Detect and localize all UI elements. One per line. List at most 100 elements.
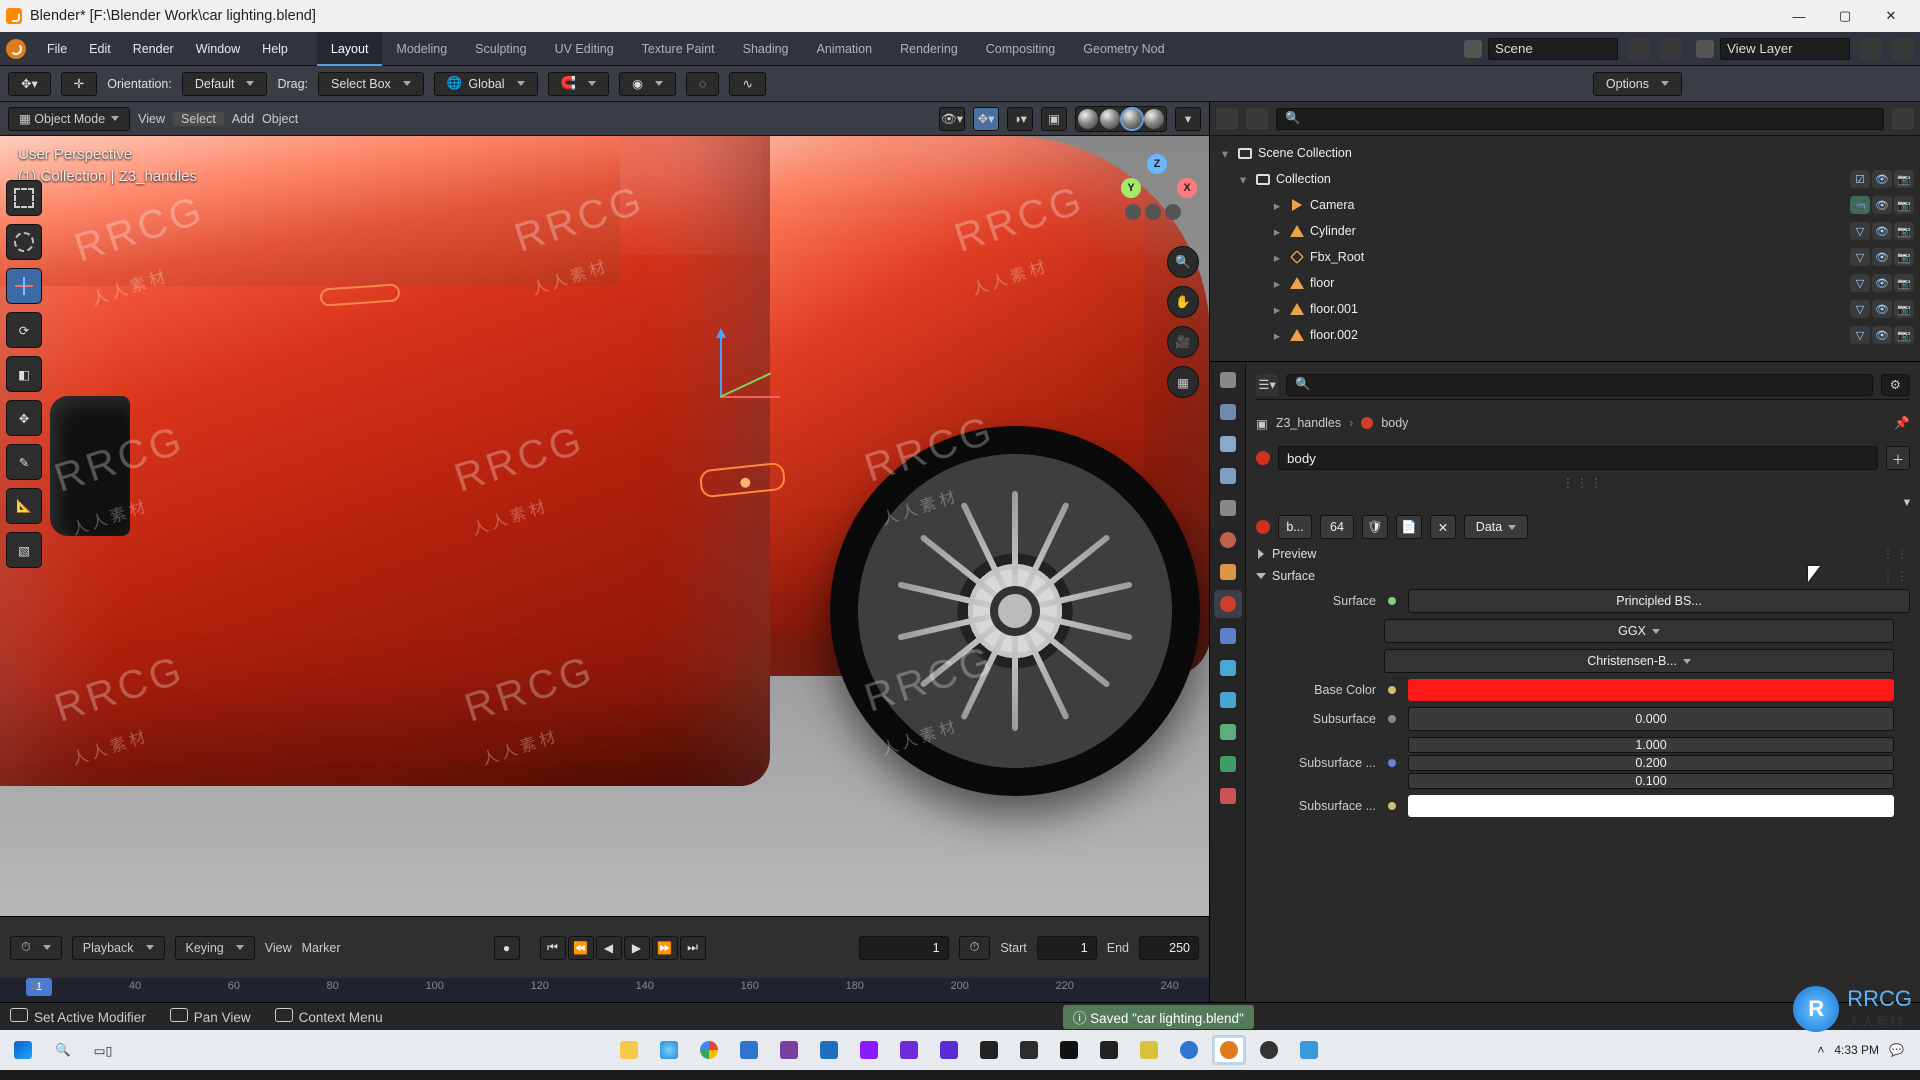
material-specials-menu[interactable]: ▾ (1904, 494, 1910, 509)
drag-dropdown[interactable]: Select Box (318, 72, 424, 96)
workspace-tab-geometry[interactable]: Geometry Nod (1069, 32, 1178, 66)
viewlayer-input[interactable] (1720, 38, 1850, 60)
scene-delete-button[interactable] (1660, 38, 1682, 60)
move-tool[interactable] (6, 268, 42, 304)
eye-icon[interactable]: 👁 (1872, 222, 1892, 240)
outliner-item[interactable]: ▸ floor.001 ▽ 👁 📷 (1210, 296, 1920, 322)
eye-icon[interactable]: 👁 (1872, 300, 1892, 318)
proportional-edit-dropdown[interactable]: ◉ (619, 72, 676, 96)
outliner-tree[interactable]: ▾ Scene Collection ▾ Collection ☑ 👁 📷 ▸ … (1210, 136, 1920, 361)
base-color-swatch[interactable] (1408, 679, 1894, 701)
workspace-tab-animation[interactable]: Animation (803, 32, 887, 66)
menu-edit[interactable]: Edit (78, 32, 122, 66)
render-icon[interactable]: 📷 (1894, 196, 1914, 214)
maximize-button[interactable]: ▢ (1822, 2, 1868, 30)
menu-help[interactable]: Help (251, 32, 299, 66)
duplicate-material-icon[interactable]: 📄 (1396, 515, 1422, 539)
properties-search[interactable]: 🔍 (1286, 374, 1873, 396)
taskbar-app[interactable] (1092, 1035, 1126, 1065)
constraint-props-tab[interactable] (1214, 718, 1242, 746)
drag-handle[interactable]: ⋮⋮⋮ (1256, 476, 1910, 490)
options-dropdown[interactable]: Options (1593, 72, 1682, 96)
subsurface-radius-x[interactable]: 1.000 (1408, 737, 1894, 753)
properties-options-icon[interactable]: ⚙ (1881, 374, 1910, 396)
render-icon[interactable]: 📷 (1894, 170, 1914, 188)
scene-new-button[interactable] (1628, 38, 1650, 60)
physics-props-tab[interactable] (1214, 686, 1242, 714)
eye-icon[interactable]: 👁 (1872, 196, 1892, 214)
cursor-tool[interactable] (6, 224, 42, 260)
workspace-tab-shading[interactable]: Shading (729, 32, 803, 66)
workspace-tab-modeling[interactable]: Modeling (382, 32, 461, 66)
material-link-dropdown[interactable]: Data (1464, 515, 1528, 539)
taskbar-app[interactable] (692, 1035, 726, 1065)
pan-icon[interactable]: ✋ (1167, 286, 1199, 318)
data-icon[interactable]: ▽ (1850, 274, 1870, 292)
workspace-tab-texture[interactable]: Texture Paint (628, 32, 729, 66)
timeline-view-menu[interactable]: View (265, 941, 292, 955)
menu-render[interactable]: Render (122, 32, 185, 66)
outliner-search[interactable]: 🔍 (1276, 108, 1884, 130)
taskbar-app[interactable] (1292, 1035, 1326, 1065)
overlay-toggle-icon[interactable]: ◑▾ (1007, 107, 1033, 131)
notifications-icon[interactable]: 💬 (1889, 1043, 1904, 1057)
start-button[interactable] (6, 1035, 40, 1065)
scale-tool[interactable]: ◧ (6, 356, 42, 392)
3d-viewport[interactable]: RRCG人人素材 RRCG人人素材 RRCG人人素材 RRCG人人素材 RRCG… (0, 136, 1209, 916)
taskbar-app[interactable] (812, 1035, 846, 1065)
outliner-item[interactable]: ▸ Camera 📹 👁 📷 (1210, 192, 1920, 218)
snap-dropdown[interactable]: 🧲 (548, 72, 610, 96)
extra-toggle-2[interactable]: ∿ (729, 72, 765, 96)
taskbar-app[interactable] (652, 1035, 686, 1065)
unlink-material-icon[interactable]: ✕ (1430, 515, 1456, 539)
taskbar-app[interactable] (1172, 1035, 1206, 1065)
viewport-menu-add[interactable]: Add (232, 112, 254, 126)
rendered-shading-icon[interactable] (1144, 109, 1164, 129)
material-shading-icon[interactable] (1122, 109, 1142, 129)
search-icon[interactable]: 🔍 (46, 1035, 80, 1065)
mode-dropdown[interactable]: ▦ Object Mode (8, 107, 130, 131)
jump-start-button[interactable]: ⏮ (540, 936, 566, 960)
blender-menu-icon[interactable] (6, 39, 26, 59)
shading-options-dropdown[interactable]: ▾ (1175, 107, 1201, 131)
material-users[interactable]: 64 (1320, 515, 1354, 539)
outliner-display-mode-icon[interactable] (1216, 108, 1238, 130)
data-icon[interactable]: ▽ (1850, 222, 1870, 240)
data-icon[interactable]: ▽ (1850, 248, 1870, 266)
taskbar-app[interactable] (612, 1035, 646, 1065)
gizmo-x-axis[interactable] (720, 396, 780, 398)
subsurface-method-dropdown[interactable]: Christensen-B... (1384, 649, 1894, 673)
camera-view-icon[interactable]: 🎥 (1167, 326, 1199, 358)
shading-modes[interactable] (1075, 106, 1167, 132)
subsurface-radius-y[interactable]: 0.200 (1408, 755, 1894, 771)
clock[interactable]: 4:33 PM (1834, 1043, 1879, 1057)
orbit-nav-gizmo[interactable]: Z Y X (1117, 154, 1197, 234)
render-icon[interactable]: 📷 (1894, 300, 1914, 318)
material-props-tab[interactable] (1214, 590, 1242, 618)
scene-props-tab[interactable] (1214, 494, 1242, 522)
playback-menu[interactable]: Playback (72, 936, 165, 960)
viewport-menu-select[interactable]: Select (173, 112, 224, 126)
outliner-collection[interactable]: ▾ Collection ☑ 👁 📷 (1210, 166, 1920, 192)
play-reverse-button[interactable]: ◀ (596, 936, 622, 960)
scene-selector[interactable] (1464, 38, 1682, 60)
play-button[interactable]: ▶ (624, 936, 650, 960)
timeline-ruler[interactable]: 1 204060 80100120 140160180 200220240 (0, 978, 1209, 1002)
render-icon[interactable]: 📷 (1894, 274, 1914, 292)
xray-toggle-icon[interactable]: ▣ (1041, 107, 1067, 131)
eye-icon[interactable]: 👁 (1872, 274, 1892, 292)
data-props-tab[interactable] (1214, 750, 1242, 778)
preview-section-header[interactable]: Preview ⋮⋮ (1256, 547, 1910, 561)
collection-check-icon[interactable]: ☑ (1850, 170, 1870, 188)
taskbar-app[interactable] (732, 1035, 766, 1065)
autokey-toggle[interactable]: ● (494, 936, 520, 960)
transform-gizmo[interactable] (720, 396, 721, 397)
output-props-tab[interactable] (1214, 430, 1242, 458)
zoom-icon[interactable]: 🔍 (1167, 246, 1199, 278)
visibility-dropdown-icon[interactable]: 👁▾ (939, 107, 965, 131)
viewport-menu-object[interactable]: Object (262, 112, 298, 126)
viewlayer-new-button[interactable] (1860, 38, 1882, 60)
gizmo-toggle-icon[interactable]: ✥▾ (973, 107, 999, 131)
close-button[interactable]: ✕ (1868, 2, 1914, 30)
system-tray[interactable]: ˄ 4:33 PM 💬 (1817, 1043, 1914, 1057)
